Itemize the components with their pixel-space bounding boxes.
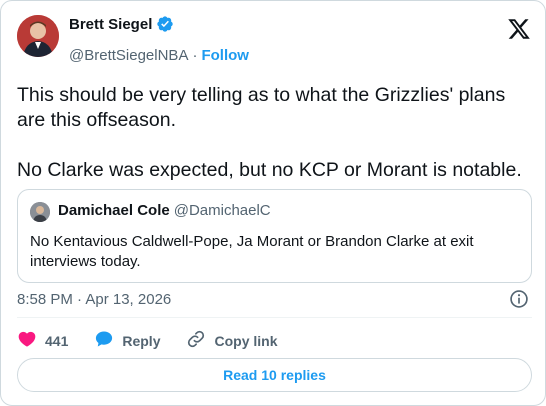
reply-button[interactable]: Reply [94, 329, 160, 352]
tweet-actions: 441 Reply Copy link [17, 329, 304, 352]
author-name[interactable]: Brett Siegel [69, 16, 152, 33]
quoted-name-row: Damichael Cole @DamichaelC [58, 202, 271, 219]
quoted-author-handle: @DamichaelC [173, 202, 271, 219]
copy-link-label: Copy link [214, 332, 278, 349]
link-icon [186, 329, 206, 352]
info-icon[interactable] [509, 289, 529, 309]
verified-badge-icon [156, 15, 174, 33]
quoted-author-avatar [30, 202, 50, 222]
like-button[interactable]: 441 [17, 329, 68, 352]
quoted-author-name: Damichael Cole [58, 202, 170, 219]
x-logo-icon[interactable] [507, 17, 531, 41]
heart-icon [17, 329, 37, 352]
author-avatar[interactable] [17, 15, 59, 57]
read-replies-button[interactable]: Read 10 replies [17, 358, 532, 392]
quoted-tweet[interactable]: Damichael Cole @DamichaelC No Kentavious… [17, 189, 532, 283]
copy-link-button[interactable]: Copy link [186, 329, 278, 352]
quoted-tweet-text: No Kentavious Caldwell-Pope, Ja Morant o… [30, 233, 474, 270]
tweet-text: This should be very telling as to what t… [17, 84, 522, 181]
tweet-timestamp[interactable]: 8:58 PM · Apr 13, 2026 [17, 291, 171, 308]
author-name-row: Brett Siegel [69, 15, 174, 33]
separator-dot: · [192, 47, 198, 64]
tweet-card: Brett Siegel @BrettSiegelNBA · Follow Th… [0, 0, 546, 406]
like-count: 441 [45, 332, 69, 349]
follow-button[interactable]: Follow [201, 47, 249, 64]
reply-label: Reply [122, 332, 161, 349]
reply-bubble-icon [94, 329, 114, 352]
divider [17, 317, 532, 318]
author-handle[interactable]: @BrettSiegelNBA [69, 47, 188, 64]
author-handle-row: @BrettSiegelNBA · Follow [69, 47, 249, 64]
